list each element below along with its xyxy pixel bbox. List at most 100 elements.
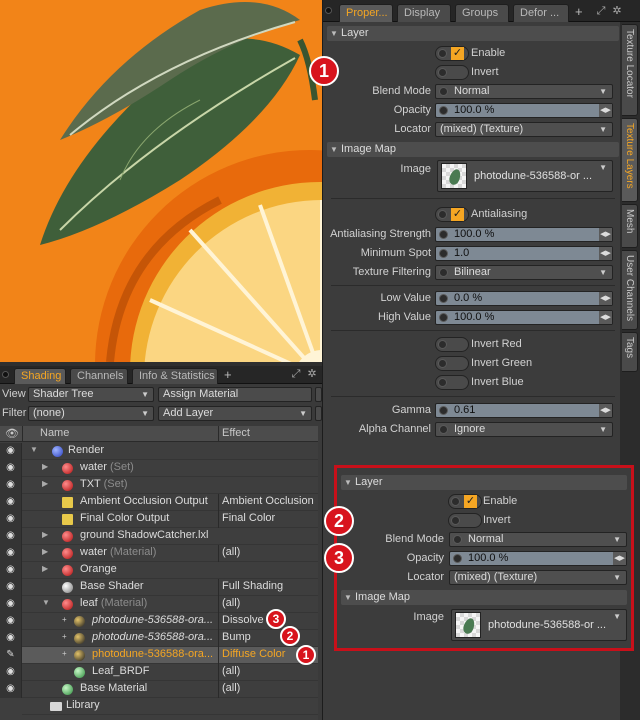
tree-row-water-set[interactable]: ◉ ▶ water (Set): [0, 460, 318, 477]
tree-row-leaf-brdf[interactable]: ◉ Leaf_BRDF (all): [0, 664, 318, 681]
spinner-icon[interactable]: ◀▶: [599, 311, 612, 324]
collapse-triangle-icon[interactable]: ▶: [42, 530, 48, 539]
tree-row-final-color-output[interactable]: ◉ Final Color Output Final Color: [0, 511, 318, 528]
collapse-triangle-icon[interactable]: ▶: [42, 462, 48, 471]
tree-row-txt-set[interactable]: ◉ ▶ TXT (Set): [0, 477, 318, 494]
visibility-eye-icon[interactable]: ◉: [0, 630, 22, 647]
aa-strength-field[interactable]: 100.0 % ◀▶: [435, 227, 613, 242]
min-spot-field[interactable]: 1.0 ◀▶: [435, 246, 613, 261]
expand-triangle-icon[interactable]: ▼: [42, 598, 50, 607]
tex-filter-dropdown[interactable]: Bilinear ▼: [435, 265, 613, 280]
add-icon[interactable]: +: [62, 632, 67, 641]
tree-row-image-bump[interactable]: ◉ + photodune-536588-ora... Bump: [0, 630, 318, 647]
tab-channels[interactable]: Channels: [70, 368, 128, 384]
sidetab-texture-locator[interactable]: Texture Locator: [622, 24, 638, 116]
spinner-icon[interactable]: ◀▶: [599, 228, 612, 241]
visibility-eye-icon[interactable]: ◉: [0, 494, 22, 511]
invert-checkbox[interactable]: [435, 65, 469, 80]
view-dropdown[interactable]: Shader Tree ▼: [28, 387, 154, 402]
collapse-triangle-icon[interactable]: ▶: [42, 547, 48, 556]
low-value-field[interactable]: 0.0 % ◀▶: [435, 291, 613, 306]
collapse-triangle-icon[interactable]: ▶: [42, 564, 48, 573]
blend-mode-dropdown[interactable]: Normal ▼: [449, 532, 627, 547]
tree-row-image-diffuse-color[interactable]: ✎ + photodune-536588-ora... Diffuse Colo…: [0, 647, 318, 664]
tree-row-water-material[interactable]: ◉ ▶ water (Material) (all): [0, 545, 318, 562]
collapse-triangle-icon[interactable]: ▶: [42, 479, 48, 488]
add-layer-dropdown[interactable]: Add Layer ▼: [158, 406, 312, 421]
gear-icon[interactable]: ✲: [611, 5, 623, 17]
spinner-icon[interactable]: ◀▶: [613, 552, 626, 565]
invert-red-checkbox[interactable]: [435, 337, 469, 352]
maximize-icon[interactable]: ⤢: [290, 368, 302, 380]
panel-menu-icon[interactable]: [2, 371, 9, 378]
antialiasing-checkbox[interactable]: ✓: [435, 207, 469, 222]
assign-material-button[interactable]: Assign Material: [158, 387, 312, 402]
add-tab-button[interactable]: +: [224, 367, 232, 382]
gamma-field[interactable]: 0.61 ◀▶: [435, 403, 613, 418]
visibility-eye-icon[interactable]: ◉: [0, 613, 22, 630]
tree-row-library[interactable]: Library: [0, 698, 318, 715]
panel-menu-icon[interactable]: [325, 7, 332, 14]
tree-row-render[interactable]: ◉ ▼ Render: [0, 443, 318, 460]
spinner-icon[interactable]: ◀▶: [599, 247, 612, 260]
enable-checkbox[interactable]: ✓: [448, 494, 482, 509]
sidetab-texture-layers[interactable]: Texture Layers: [622, 118, 638, 202]
sidetab-tags[interactable]: Tags: [622, 332, 638, 372]
invert-checkbox[interactable]: [448, 513, 482, 528]
alpha-channel-dropdown[interactable]: Ignore ▼: [435, 422, 613, 437]
overflow-button[interactable]: [315, 406, 322, 421]
visibility-eye-icon[interactable]: ◉: [0, 579, 22, 596]
locator-dropdown[interactable]: (mixed) (Texture) ▼: [449, 570, 627, 585]
brush-icon[interactable]: ✎: [0, 647, 22, 664]
tree-row-ao-output[interactable]: ◉ Ambient Occlusion Output Ambient Occlu…: [0, 494, 318, 511]
tree-row-base-material[interactable]: ◉ Base Material (all): [0, 681, 318, 698]
visibility-eye-icon[interactable]: ◉: [0, 664, 22, 681]
visibility-eye-icon[interactable]: ◉: [0, 443, 22, 460]
tab-display[interactable]: Display: [397, 4, 451, 22]
render-viewport[interactable]: [0, 0, 322, 362]
visibility-eye-icon[interactable]: ◉: [0, 562, 22, 579]
high-value-field[interactable]: 100.0 % ◀▶: [435, 310, 613, 325]
maximize-icon[interactable]: ⤢: [595, 5, 607, 17]
tree-row-ground-shadowcatcher[interactable]: ◉ ▶ ground ShadowCatcher.lxl: [0, 528, 318, 545]
image-selector[interactable]: photodune-536588-or ... ▼: [451, 609, 627, 641]
tree-row-orange[interactable]: ◉ ▶ Orange: [0, 562, 318, 579]
add-icon[interactable]: +: [62, 615, 67, 624]
section-image-map[interactable]: ▼ Image Map: [327, 142, 619, 157]
filter-dropdown[interactable]: (none) ▼: [28, 406, 154, 421]
image-selector[interactable]: photodune-536588-or ... ▼: [437, 160, 613, 192]
visibility-eye-icon[interactable]: ◉: [0, 477, 22, 494]
sidetab-user-channels[interactable]: User Channels: [622, 250, 638, 330]
visibility-eye-icon[interactable]: ◉: [0, 545, 22, 562]
visibility-eye-icon[interactable]: ◉: [0, 596, 22, 613]
enable-checkbox[interactable]: ✓: [435, 46, 469, 61]
locator-dropdown[interactable]: (mixed) (Texture) ▼: [435, 122, 613, 137]
visibility-eye-icon[interactable]: ◉: [0, 528, 22, 545]
sidetab-mesh[interactable]: Mesh: [622, 204, 638, 248]
blend-mode-dropdown[interactable]: Normal ▼: [435, 84, 613, 99]
visibility-eye-icon[interactable]: ◉: [0, 511, 22, 528]
spinner-icon[interactable]: ◀▶: [599, 404, 612, 417]
section-image-map[interactable]: ▼ Image Map: [341, 590, 627, 605]
opacity-field[interactable]: 100.0 % ◀▶: [435, 103, 613, 118]
spinner-icon[interactable]: ◀▶: [599, 292, 612, 305]
gear-icon[interactable]: ✲: [306, 368, 318, 380]
visibility-eye-icon[interactable]: ◉: [0, 681, 22, 698]
tree-row-base-shader[interactable]: ◉ Base Shader Full Shading: [0, 579, 318, 596]
tab-info-statistics[interactable]: Info & Statistics: [132, 368, 218, 384]
column-name[interactable]: Name: [40, 427, 69, 439]
add-icon[interactable]: +: [62, 649, 67, 658]
section-layer[interactable]: ▼ Layer: [341, 475, 627, 490]
tab-deformers[interactable]: Defor ...: [513, 4, 569, 22]
tab-properties[interactable]: Proper...: [339, 4, 393, 22]
section-layer[interactable]: ▼ Layer: [327, 26, 619, 41]
invert-green-checkbox[interactable]: [435, 356, 469, 371]
opacity-field[interactable]: 100.0 % ◀▶: [449, 551, 627, 566]
expand-triangle-icon[interactable]: ▼: [30, 445, 38, 454]
tab-groups[interactable]: Groups: [455, 4, 509, 22]
add-tab-button[interactable]: +: [575, 4, 583, 19]
spinner-icon[interactable]: ◀▶: [599, 104, 612, 117]
invert-blue-checkbox[interactable]: [435, 375, 469, 390]
column-effect[interactable]: Effect: [222, 427, 250, 439]
visibility-eye-icon[interactable]: ◉: [0, 460, 22, 477]
